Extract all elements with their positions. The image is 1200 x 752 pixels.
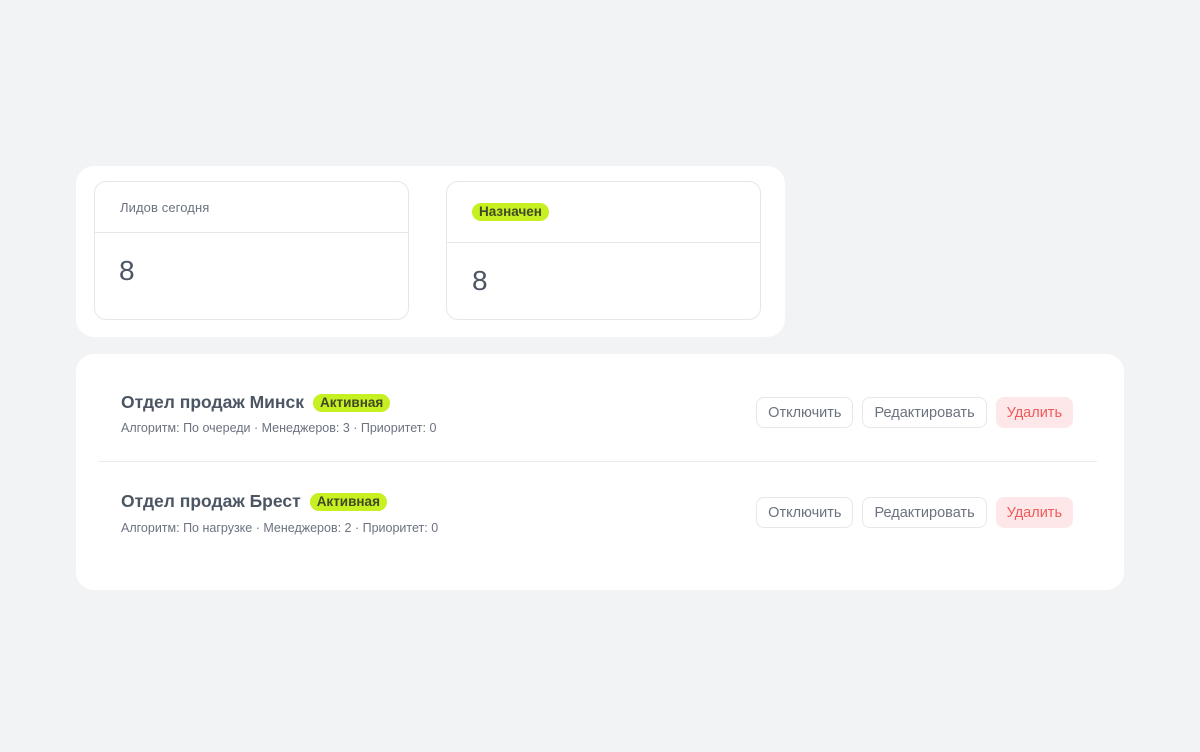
status-badge-assigned: Назначен (472, 203, 549, 221)
delete-button[interactable]: Удалить (995, 397, 1073, 428)
group-title: Отдел продаж Минск (121, 392, 304, 412)
group-title-line: Отдел продаж Брест Активная (121, 491, 387, 512)
disable-button[interactable]: Отключить (756, 497, 854, 528)
group-row: Отдел продаж Брест Активная Алгоритм: По… (99, 463, 1097, 563)
group-actions: Отключить Редактировать Удалить (756, 497, 1073, 528)
stat-card-header: Лидов сегодня (95, 182, 408, 233)
group-meta: Алгоритм: По очереди · Менеджеров: 3 · П… (121, 421, 437, 435)
stats-panel: Лидов сегодня 8 Назначен 8 (76, 166, 785, 337)
group-title: Отдел продаж Брест (121, 491, 301, 511)
edit-button[interactable]: Редактировать (862, 497, 987, 528)
group-title-line: Отдел продаж Минск Активная (121, 392, 391, 413)
group-row: Отдел продаж Минск Активная Алгоритм: По… (99, 362, 1097, 462)
disable-button[interactable]: Отключить (756, 397, 854, 428)
stat-label: Лидов сегодня (120, 199, 210, 215)
status-badge: Активная (313, 393, 391, 412)
groups-panel: Отдел продаж Минск Активная Алгоритм: По… (76, 354, 1124, 590)
group-actions: Отключить Редактировать Удалить (756, 397, 1073, 428)
stat-card-leads-today: Лидов сегодня 8 (94, 181, 409, 320)
delete-button[interactable]: Удалить (995, 497, 1073, 528)
stat-card-header: Назначен (447, 182, 760, 243)
stat-card-assigned: Назначен 8 (446, 181, 761, 320)
edit-button[interactable]: Редактировать (862, 397, 987, 428)
status-badge: Активная (309, 492, 387, 511)
group-meta: Алгоритм: По нагрузке · Менеджеров: 2 · … (121, 521, 439, 535)
stat-value: 8 (119, 255, 135, 286)
stat-value: 8 (472, 265, 488, 296)
